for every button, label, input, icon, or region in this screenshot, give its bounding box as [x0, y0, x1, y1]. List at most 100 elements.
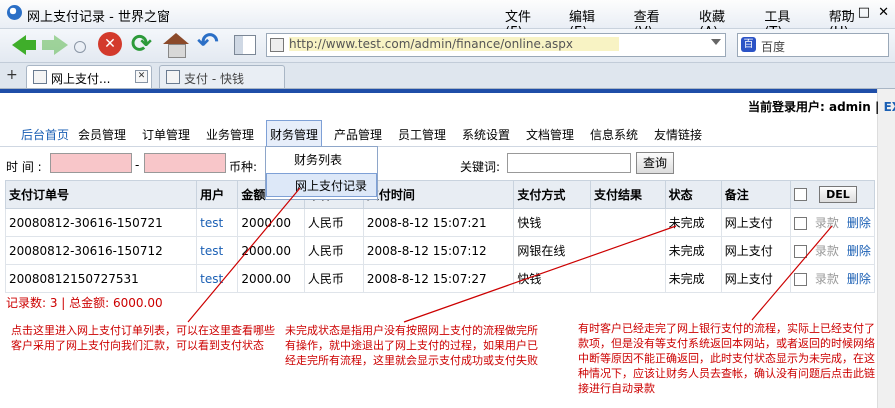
menu-settings[interactable]: 系统设置 — [462, 126, 510, 143]
table-header: 支付订单号 用户 金额 币种 支付时间 支付方式 支付结果 状态 备注 DEL — [4, 180, 876, 209]
cell-remark: 网上支付 — [720, 264, 791, 293]
navigation-toolbar: http://www.test.com/admin/finance/online… — [0, 28, 895, 63]
menu-staff[interactable]: 员工管理 — [398, 126, 446, 143]
menu-business[interactable]: 业务管理 — [206, 126, 254, 143]
tab-label: 支付 - 快钱 — [184, 72, 244, 86]
tab-online-payment[interactable]: 网上支付... ✕ — [26, 65, 152, 88]
record-payment-link[interactable]: 录款 — [815, 272, 839, 286]
browser-logo-icon — [7, 5, 22, 20]
menu-orders[interactable]: 订单管理 — [142, 126, 190, 143]
minimize-icon[interactable]: ─ — [842, 5, 850, 20]
menu-members[interactable]: 会员管理 — [78, 126, 126, 143]
cell-result — [590, 208, 666, 237]
page-icon — [270, 38, 284, 52]
address-url[interactable]: http://www.test.com/admin/finance/online… — [289, 37, 619, 51]
sidebar-icon[interactable] — [232, 32, 258, 58]
forward-arrow-icon[interactable] — [42, 32, 68, 58]
page-icon — [33, 70, 47, 84]
cell-remark: 网上支付 — [720, 208, 791, 237]
cell-time: 2008-8-12 15:07:21 — [362, 208, 515, 237]
menu-products[interactable]: 产品管理 — [334, 126, 382, 143]
menu-documents[interactable]: 文档管理 — [526, 126, 574, 143]
record-payment-link[interactable]: 录款 — [815, 216, 839, 230]
col-pay-method: 支付方式 — [513, 180, 592, 209]
delete-button[interactable]: DEL — [819, 186, 857, 203]
cell-amount: 2000.00 — [237, 208, 305, 237]
tab-kuaiqian[interactable]: 支付 - 快钱 — [159, 65, 285, 88]
annotation-note-3: 有时客户已经走完了网上银行支付的流程，实际上已经支付了款项，但是没有等支付系统返… — [578, 322, 875, 395]
stop-icon[interactable] — [98, 32, 124, 58]
end-date-input[interactable] — [144, 153, 226, 173]
menu-links[interactable]: 友情链接 — [654, 126, 702, 143]
table-row: 20080812-30616-150721 test 2000.00 人民币 2… — [4, 208, 876, 237]
refresh-icon[interactable] — [131, 29, 157, 58]
undo-close-icon[interactable] — [197, 28, 223, 58]
dropdown-online-payment-records[interactable]: 网上支付记录 — [266, 173, 377, 197]
delete-link[interactable]: 删除 — [847, 216, 871, 230]
delete-link[interactable]: 删除 — [847, 272, 871, 286]
date-dash: - — [135, 158, 140, 172]
col-actions: DEL — [789, 180, 876, 209]
payment-table: 支付订单号 用户 金额 币种 支付时间 支付方式 支付结果 状态 备注 DEL … — [4, 180, 876, 293]
col-pay-time: 支付时间 — [362, 180, 515, 209]
header-divider — [0, 89, 877, 93]
currency-label: 币种: — [229, 160, 258, 174]
menu-home[interactable]: 后台首页 — [21, 126, 69, 143]
search-box[interactable]: 百 百度 — [737, 33, 889, 57]
keyword-label: 关键词: — [460, 160, 501, 174]
cell-method: 快钱 — [513, 264, 592, 293]
search-input[interactable]: 百度 — [761, 38, 785, 55]
window-controls: ─ □ ✕ — [842, 5, 889, 20]
menu-finance[interactable]: 财务管理 — [266, 120, 323, 149]
time-label: 时 间 : — [6, 160, 42, 174]
dropdown-finance-list[interactable]: 财务列表 — [266, 148, 377, 172]
window-title: 网上支付记录 - 世界之窗 — [27, 10, 170, 25]
cell-user-link[interactable]: test — [196, 208, 239, 237]
delete-link[interactable]: 删除 — [847, 244, 871, 258]
keyword-input[interactable] — [507, 153, 631, 173]
annotation-note-1: 点击这里进入网上支付订单列表，可以在这里查看哪些客户采用了网上支付向我们汇款，可… — [11, 324, 275, 352]
address-dropdown-icon[interactable] — [711, 39, 721, 45]
history-dropdown-icon[interactable] — [74, 41, 86, 53]
table-row: 20080812150727531 test 2000.00 人民币 2008-… — [4, 264, 876, 293]
cell-currency: 人民币 — [303, 264, 364, 293]
row-checkbox[interactable] — [793, 245, 807, 258]
cell-time: 2008-8-12 15:07:12 — [362, 236, 515, 265]
start-date-input[interactable] — [50, 153, 132, 173]
cell-status: 未完成 — [664, 264, 722, 293]
title-bar: 网上支付记录 - 世界之窗 文件(F) 编辑(E) 查看(V) 收藏(A) 工具… — [0, 0, 895, 40]
home-icon[interactable] — [163, 32, 189, 58]
col-pay-result: 支付结果 — [590, 180, 666, 209]
close-icon[interactable]: ✕ — [878, 5, 889, 20]
record-payment-link[interactable]: 录款 — [815, 244, 839, 258]
cell-actions: 录款 删除 — [789, 264, 876, 293]
cell-order: 20080812150727531 — [4, 264, 198, 293]
menu-info-system[interactable]: 信息系统 — [590, 126, 638, 143]
row-checkbox[interactable] — [793, 217, 807, 230]
restore-icon[interactable]: □ — [858, 5, 870, 20]
close-tab-icon[interactable]: ✕ — [135, 70, 148, 83]
col-user: 用户 — [196, 180, 239, 209]
cell-currency: 人民币 — [303, 236, 364, 265]
vertical-scrollbar[interactable] — [877, 89, 895, 408]
cell-method: 网银在线 — [513, 236, 592, 265]
cell-actions: 录款 删除 — [789, 236, 876, 265]
cell-order: 20080812-30616-150712 — [4, 236, 198, 265]
cell-amount: 2000.00 — [237, 236, 305, 265]
row-checkbox[interactable] — [793, 273, 807, 286]
col-status: 状态 — [664, 180, 722, 209]
cell-status: 未完成 — [664, 236, 722, 265]
new-tab-button[interactable]: + — [6, 67, 18, 83]
exit-link[interactable]: EX — [884, 100, 895, 114]
search-button[interactable]: 查询 — [636, 152, 674, 174]
back-arrow-icon[interactable] — [10, 32, 36, 58]
select-all-checkbox[interactable] — [793, 188, 807, 201]
cell-user-link[interactable]: test — [196, 264, 239, 293]
finance-dropdown: 财务列表 网上支付记录 — [265, 146, 378, 200]
address-bar[interactable]: http://www.test.com/admin/finance/online… — [266, 33, 726, 57]
baidu-paw-icon[interactable]: 百 — [741, 37, 756, 52]
cell-status: 未完成 — [664, 208, 722, 237]
cell-result — [590, 236, 666, 265]
col-remark: 备注 — [720, 180, 791, 209]
cell-user-link[interactable]: test — [196, 236, 239, 265]
